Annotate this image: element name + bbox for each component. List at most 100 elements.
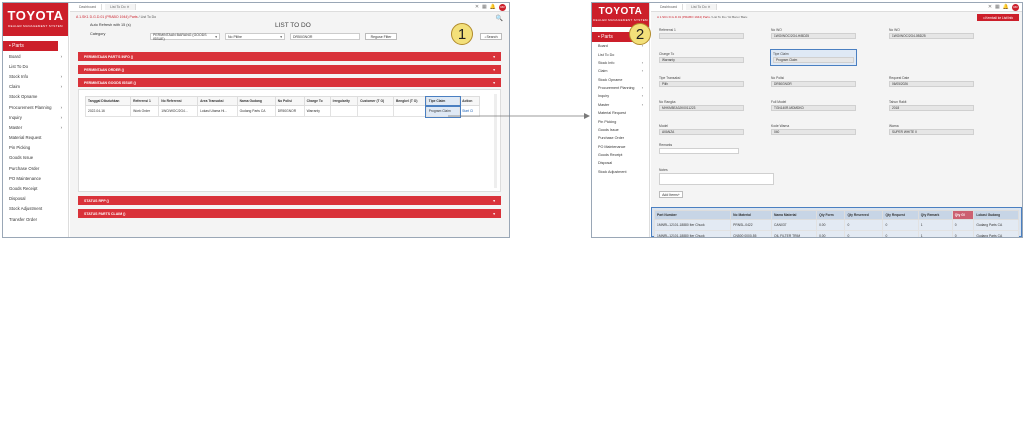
- field-value[interactable]: Pilih: [659, 81, 744, 87]
- table-row: 1MNRL-12101-18880 Iter Chuck PRNSL-0422 CA…: [653, 219, 1019, 231]
- sidebar-item[interactable]: PO Maintenance: [592, 143, 649, 151]
- sidebar-item[interactable]: Master ›: [592, 101, 649, 109]
- sidebar-item[interactable]: Stock Opname: [592, 76, 649, 84]
- grid-icon[interactable]: ▦: [995, 4, 1000, 10]
- sidebar-item[interactable]: Purchase Order: [592, 134, 649, 142]
- sidebar-item[interactable]: Material Request: [592, 109, 649, 117]
- field-label: No WO: [771, 28, 782, 32]
- sidebar-item[interactable]: Claim ›: [592, 67, 649, 75]
- table-cell: 1MNRL-12101-18880 Iter Chuck: [653, 230, 732, 237]
- remarks-group: Remarks: [659, 143, 739, 154]
- table-cell: CN500 0000-55: [730, 230, 773, 237]
- notes-group: Notes: [659, 168, 774, 185]
- field-value[interactable]: 1WO/WOC/2G4-0BD25: [889, 33, 974, 39]
- field-label: Tipe Claim: [773, 52, 789, 56]
- field-value[interactable]: MHKM5EA3JK0011223: [659, 105, 744, 111]
- table-cell: 0: [882, 219, 919, 231]
- avatar[interactable]: RR: [1012, 3, 1019, 11]
- field-value[interactable]: TGN140R-MDMDKD: [771, 105, 856, 111]
- table-cell: 0: [951, 219, 975, 231]
- form-field: No Polisi DR50GNOR: [771, 76, 856, 87]
- sidebar-item[interactable]: Stock Adjustment: [592, 168, 649, 176]
- top-bar: Dashboard List To Do ✕ ✕ ▦ 🔔 RR: [651, 3, 1022, 12]
- remarks-input[interactable]: [659, 148, 739, 154]
- sidebar-menu: Board › List To Do Stock Info › Claim › Stock O…: [592, 42, 649, 176]
- items-table-panel: Part Number No Material Nama Material Qty F…: [651, 207, 1022, 237]
- table-cell: OIL FILTER TRIM: [771, 230, 818, 237]
- screenshot-goods-issue-form: TOYOTA DEALER MANAGEMENT SYSTEM ▪ Parts …: [591, 2, 1023, 238]
- field-label: Tahun Rakit: [889, 100, 907, 104]
- form-field: Kode Warna 040: [771, 124, 856, 135]
- field-label: Warna: [889, 124, 899, 128]
- form-field: Warna SUPER WHITE II: [889, 124, 974, 135]
- chevron-right-icon: ›: [641, 69, 643, 74]
- field-label: No Rangka: [659, 100, 676, 104]
- sidebar-item-label: Inquiry: [598, 94, 610, 99]
- field-value[interactable]: AVANZA: [659, 129, 744, 135]
- field-label: Kode Warna: [771, 124, 790, 128]
- table-cell: PRNSL-0422: [730, 219, 773, 231]
- form-field: Charge To Warranty: [659, 52, 744, 63]
- sidebar-item[interactable]: Stock Info ›: [592, 59, 649, 67]
- column-header: Qty Reserved: [844, 210, 884, 220]
- field-label: Model: [659, 124, 668, 128]
- field-value[interactable]: DR50GNOR: [771, 81, 856, 87]
- table-cell: 0: [951, 230, 975, 237]
- field-value[interactable]: Warranty: [659, 57, 744, 63]
- column-header: Nama Material: [771, 210, 818, 220]
- field-value[interactable]: SUPER WHITE II: [889, 129, 974, 135]
- form-field: No WO 1WO/WOC/2G4-0BD25: [889, 28, 974, 39]
- table-cell: Gudang Parts CA: [973, 219, 1019, 231]
- sidebar-item[interactable]: Goods Receipt: [592, 151, 649, 159]
- field-label: Tipe Transaksi: [659, 76, 681, 80]
- field-label: No Polisi: [771, 76, 785, 80]
- sidebar-item-label: Board: [598, 44, 608, 49]
- form-field: Full Model TGN140R-MDMDKD: [771, 100, 856, 111]
- sidebar-item-label: Purchase Order: [598, 136, 625, 141]
- field-value[interactable]: Program Claim: [773, 57, 854, 63]
- sidebar-item[interactable]: Disposal: [592, 159, 649, 167]
- notes-label: Notes: [659, 168, 668, 172]
- sidebar-item-label: List To Do: [598, 52, 615, 57]
- field-value[interactable]: [659, 33, 744, 39]
- table-cell: 0: [882, 230, 919, 237]
- sidebar-item-label: Pin Picking: [598, 119, 617, 124]
- field-value[interactable]: 06/05/2026: [889, 81, 974, 87]
- sidebar-item-label: Disposal: [598, 161, 613, 166]
- bell-icon[interactable]: 🔔: [1003, 4, 1009, 10]
- chevron-right-icon: ›: [641, 94, 643, 99]
- sidebar-item[interactable]: Pin Picking: [592, 117, 649, 125]
- table-cell: 1: [917, 230, 953, 237]
- field-label: Referensi 1: [659, 28, 676, 32]
- tab-list-to-do[interactable]: List To Do ✕: [686, 4, 717, 10]
- field-value[interactable]: 2018: [889, 105, 974, 111]
- close-icon[interactable]: ✕: [988, 4, 992, 10]
- table-cell: 0: [844, 230, 884, 237]
- form-field: No WO 1WO/WOC/2G4-H/BD25: [771, 28, 856, 39]
- sidebar-item-label: Goods Receipt: [598, 153, 623, 158]
- sidebar-item[interactable]: List To Do: [592, 50, 649, 58]
- sidebar-item[interactable]: Inquiry ›: [592, 92, 649, 100]
- column-header: Qty Form: [816, 210, 846, 220]
- table-cell: CAN037: [771, 219, 818, 231]
- add-items-button[interactable]: Add Items +: [659, 191, 683, 198]
- sidebar-item-label: Stock Opname: [598, 77, 623, 82]
- sidebar-item[interactable]: Procurement Planning ›: [592, 84, 649, 92]
- table-cell: 0: [844, 219, 884, 231]
- items-table: Part Number No Material Nama Material Qty F…: [653, 210, 1019, 237]
- form-field: No Rangka MHKM5EA3JK0011223: [659, 100, 744, 111]
- field-value[interactable]: 1WO/WOC/2G4-H/BD25: [771, 33, 856, 39]
- notes-textarea[interactable]: [659, 173, 774, 185]
- chevron-right-icon: ›: [641, 102, 643, 107]
- sidebar-item-label: Stock Info: [598, 60, 615, 65]
- field-value[interactable]: 040: [771, 129, 856, 135]
- field-label: Charge To: [659, 52, 675, 56]
- field-label: Full Model: [771, 100, 787, 104]
- breadcrumb: A 1.SK1 D.G.D.01 (PRABO 1944) Parts / Li…: [657, 15, 748, 19]
- tab-dashboard[interactable]: Dashboard: [655, 4, 684, 10]
- sidebar-item[interactable]: Goods Issue: [592, 126, 649, 134]
- table-cell: 1MNRL-12101-18880 Iter Chuck: [653, 219, 732, 231]
- back-to-list-button[interactable]: ⎌ Kembali ke List/Info: [977, 14, 1019, 21]
- column-header: Qty Remark: [917, 210, 953, 220]
- form-field: Request Date 06/05/2026: [889, 76, 974, 87]
